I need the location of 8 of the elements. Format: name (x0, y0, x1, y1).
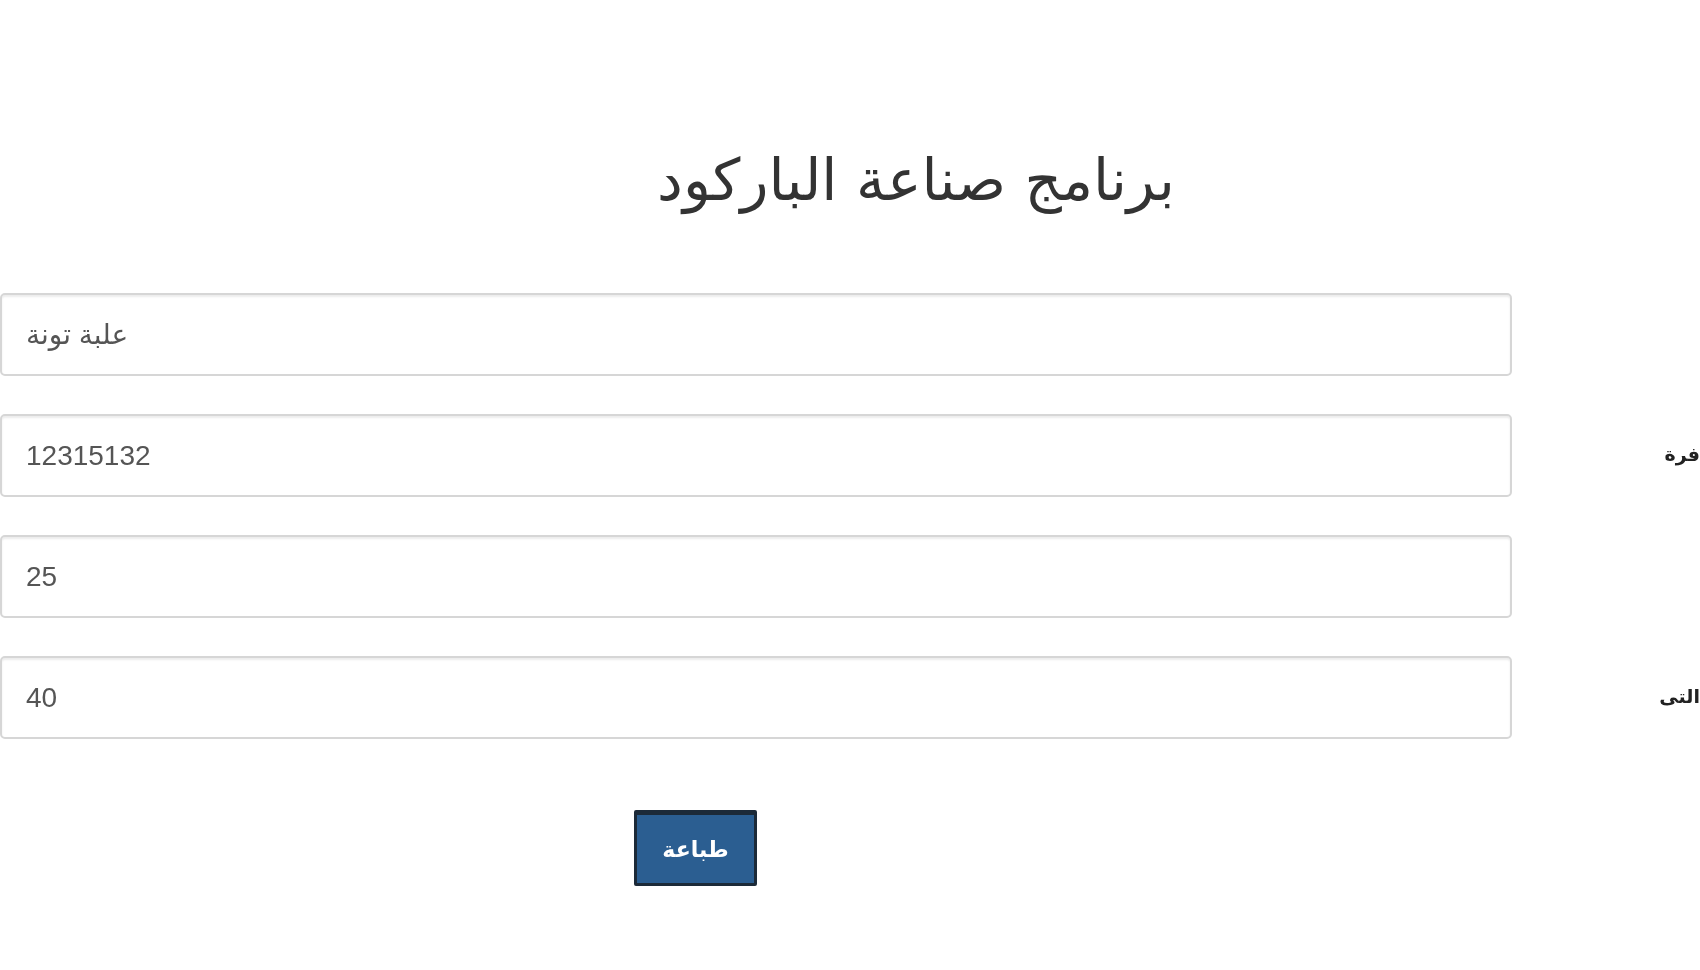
page-title: برنامج صناعة الباركود (657, 145, 1175, 216)
input-field[interactable]: 12315132 (0, 414, 1512, 497)
input-field[interactable]: علبة تونة (0, 293, 1512, 376)
input-field[interactable]: 25 (0, 535, 1512, 618)
input-field[interactable]: 40 (0, 656, 1512, 739)
field-label: التى (1659, 684, 1700, 707)
print-button[interactable]: طباعة (634, 810, 757, 886)
field-label: فرة (1664, 442, 1700, 465)
